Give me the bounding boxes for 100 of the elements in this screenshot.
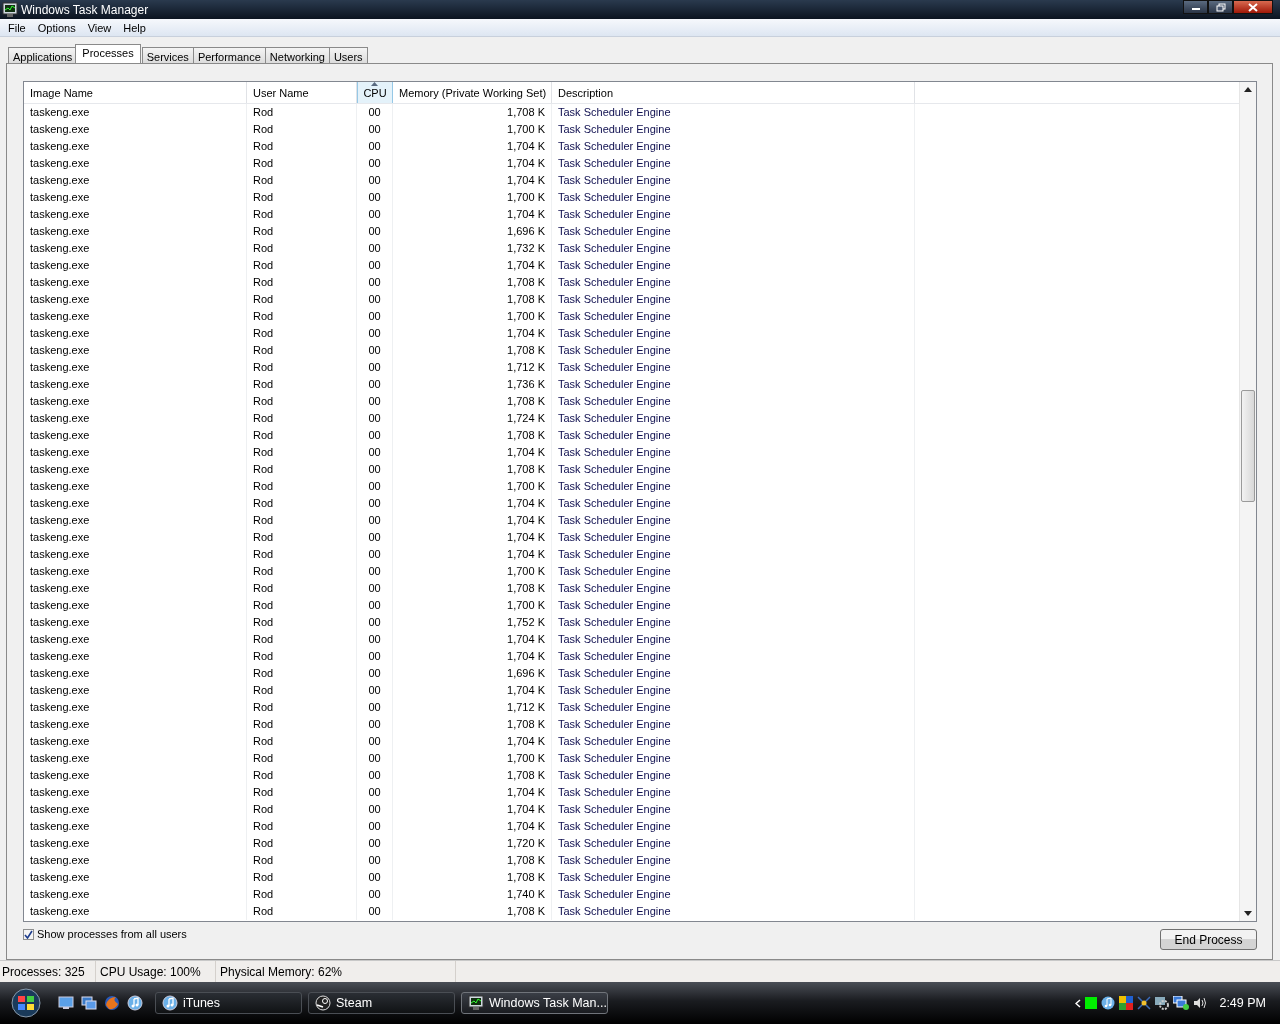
menu-item[interactable]: File	[2, 21, 32, 34]
table-cell: taskeng.exe	[24, 597, 247, 614]
table-cell: Task Scheduler Engine	[552, 665, 915, 682]
table-cell: Rod	[247, 427, 357, 444]
table-cell: 1,700 K	[393, 189, 552, 206]
table-cell: 1,712 K	[393, 699, 552, 716]
table-cell: taskeng.exe	[24, 716, 247, 733]
table-cell: Rod	[247, 240, 357, 257]
table-cell: Task Scheduler Engine	[552, 308, 915, 325]
table-cell: Rod	[247, 529, 357, 546]
table-cell: Task Scheduler Engine	[552, 291, 915, 308]
table-cell: taskeng.exe	[24, 631, 247, 648]
table-cell: taskeng.exe	[24, 648, 247, 665]
table-cell: Rod	[247, 410, 357, 427]
table-cell: 1,704 K	[393, 529, 552, 546]
table-cell: taskeng.exe	[24, 665, 247, 682]
menu-item[interactable]: Options	[31, 21, 82, 34]
menu-item[interactable]: Help	[117, 21, 152, 34]
table-cell: 00	[357, 308, 393, 325]
table-cell: taskeng.exe	[24, 121, 247, 138]
table-cell: taskeng.exe	[24, 801, 247, 818]
table-cell: taskeng.exe	[24, 512, 247, 529]
table-cell: Rod	[247, 852, 357, 869]
window-title: Windows Task Manager	[21, 2, 150, 17]
table-cell: Task Scheduler Engine	[552, 410, 915, 427]
table-cell: 1,708 K	[393, 342, 552, 359]
table-cell: 00	[357, 869, 393, 886]
table-cell: Task Scheduler Engine	[552, 444, 915, 461]
table-cell: Task Scheduler Engine	[552, 104, 915, 121]
table-cell: 1,704 K	[393, 206, 552, 223]
table-cell: 00	[357, 104, 393, 121]
table-cell: Task Scheduler Engine	[552, 240, 915, 257]
taskbar-button[interactable]: iTunes	[155, 992, 302, 1014]
column-header[interactable]: Memory (Private Working Set)	[393, 82, 552, 103]
table-cell: Task Scheduler Engine	[552, 750, 915, 767]
table-cell: Rod	[247, 155, 357, 172]
table-cell: 00	[357, 393, 393, 410]
table-cell: Rod	[247, 189, 357, 206]
table-cell: 1,708 K	[393, 716, 552, 733]
table-cell: 00	[357, 886, 393, 903]
table-cell: Task Scheduler Engine	[552, 461, 915, 478]
table-cell: 00	[357, 359, 393, 376]
tab[interactable]: Processes	[75, 44, 141, 63]
table-cell: 00	[357, 274, 393, 291]
table-cell: taskeng.exe	[24, 291, 247, 308]
table-cell: 1,736 K	[393, 376, 552, 393]
taskbar-button[interactable]: Windows Task Man...	[461, 992, 608, 1014]
table-cell: Rod	[247, 665, 357, 682]
table-cell: 00	[357, 376, 393, 393]
table-cell: taskeng.exe	[24, 563, 247, 580]
end-process-button[interactable]: End Process	[1160, 929, 1257, 950]
column-header[interactable]: Description	[552, 82, 915, 103]
table-cell: taskeng.exe	[24, 750, 247, 767]
table-cell: Task Scheduler Engine	[552, 121, 915, 138]
table-cell: 00	[357, 325, 393, 342]
tab[interactable]: Services	[141, 47, 194, 63]
tab[interactable]: Applications	[8, 47, 78, 63]
table-cell: Task Scheduler Engine	[552, 478, 915, 495]
table-cell: 1,708 K	[393, 461, 552, 478]
column-header[interactable]: Image Name	[24, 82, 247, 103]
table-cell: 1,704 K	[393, 257, 552, 274]
taskbar-button[interactable]: Steam	[308, 992, 455, 1014]
table-cell: Task Scheduler Engine	[552, 614, 915, 631]
menu-item[interactable]: View	[81, 21, 118, 34]
table-cell: Rod	[247, 648, 357, 665]
table-cell: 00	[357, 427, 393, 444]
tab[interactable]: Users	[328, 47, 368, 63]
table-cell: Task Scheduler Engine	[552, 580, 915, 597]
table-cell: taskeng.exe	[24, 393, 247, 410]
table-cell: Rod	[247, 835, 357, 852]
tab[interactable]: Performance	[192, 47, 266, 63]
table-cell: 00	[357, 291, 393, 308]
table-cell: Rod	[247, 801, 357, 818]
table-cell: 1,704 K	[393, 444, 552, 461]
table-cell: Task Scheduler Engine	[552, 835, 915, 852]
checkbox-label[interactable]: Show processes from all users	[37, 928, 187, 940]
table-cell: Task Scheduler Engine	[552, 563, 915, 580]
table-cell: 1,704 K	[393, 512, 552, 529]
table-cell: taskeng.exe	[24, 189, 247, 206]
table-cell: 1,704 K	[393, 325, 552, 342]
table-cell: Task Scheduler Engine	[552, 359, 915, 376]
table-cell: Rod	[247, 257, 357, 274]
table-cell: 1,708 K	[393, 767, 552, 784]
table-cell: 1,704 K	[393, 784, 552, 801]
table-cell: 1,704 K	[393, 682, 552, 699]
table-cell: taskeng.exe	[24, 223, 247, 240]
table-cell: Task Scheduler Engine	[552, 648, 915, 665]
table-cell: Rod	[247, 767, 357, 784]
table-cell: 1,752 K	[393, 614, 552, 631]
tab[interactable]: Networking	[264, 47, 330, 63]
clock[interactable]: 2:49 PM	[1219, 996, 1266, 1010]
table-cell: Rod	[247, 716, 357, 733]
table-cell: 00	[357, 546, 393, 563]
table-cell: 1,696 K	[393, 665, 552, 682]
table-cell: taskeng.exe	[24, 835, 247, 852]
table-cell: Task Scheduler Engine	[552, 546, 915, 563]
table-cell: taskeng.exe	[24, 376, 247, 393]
column-header[interactable]: CPU	[357, 82, 393, 103]
table-cell: Task Scheduler Engine	[552, 342, 915, 359]
table-cell: Rod	[247, 478, 357, 495]
